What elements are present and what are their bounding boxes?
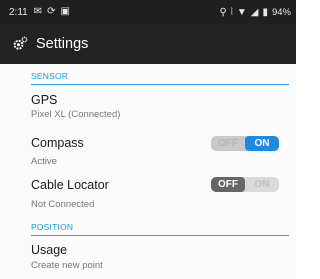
gps-title[interactable]: GPS	[31, 93, 57, 107]
cable-locator-title[interactable]: Cable Locator	[31, 178, 109, 192]
status-time: 2:11	[9, 6, 28, 18]
cable-locator-toggle[interactable]: OFF ON	[211, 177, 279, 192]
signal-icon: ◢	[250, 6, 259, 18]
compass-title[interactable]: Compass	[31, 136, 84, 150]
section-header-position: POSITION	[31, 222, 289, 236]
vibrate-icon: ⦚	[230, 6, 233, 18]
cable-locator-subtitle: Not Connected	[31, 199, 95, 210]
gps-subtitle: Pixel XL (Connected)	[31, 109, 121, 120]
compass-toggle-on-label: ON	[245, 136, 279, 151]
wifi-icon: ▼	[236, 6, 247, 18]
settings-list: SENSOR GPS Pixel XL (Connected) Compass …	[0, 64, 296, 279]
page-title: Settings	[36, 36, 89, 52]
battery-icon: ▮	[262, 6, 268, 18]
compass-toggle-off-label: OFF	[218, 138, 238, 149]
cable-locator-toggle-off-label: OFF	[211, 177, 245, 192]
app-bar: Settings	[0, 24, 296, 64]
gear-icon	[13, 36, 28, 50]
compass-subtitle: Active	[31, 156, 57, 167]
usage-subtitle: Create new point	[31, 260, 103, 271]
calendar-icon: ▣	[60, 6, 70, 17]
compass-toggle[interactable]: OFF ON	[211, 136, 279, 151]
location-icon: ⚲	[219, 6, 227, 18]
mail-icon: ✉	[33, 6, 43, 17]
sync-icon: ⟳	[47, 6, 56, 17]
cable-locator-toggle-on-label: ON	[254, 179, 270, 190]
usage-title[interactable]: Usage	[31, 243, 67, 257]
status-right: ⚲ ⦚ ▼ ◢ ▮ 94%	[219, 7, 291, 18]
battery-percent: 94%	[271, 6, 291, 18]
status-bar: 2:11 ✉ ⟳ ▣ ⚲ ⦚ ▼ ◢ ▮ 94%	[0, 0, 296, 24]
section-header-sensor: SENSOR	[31, 71, 289, 85]
